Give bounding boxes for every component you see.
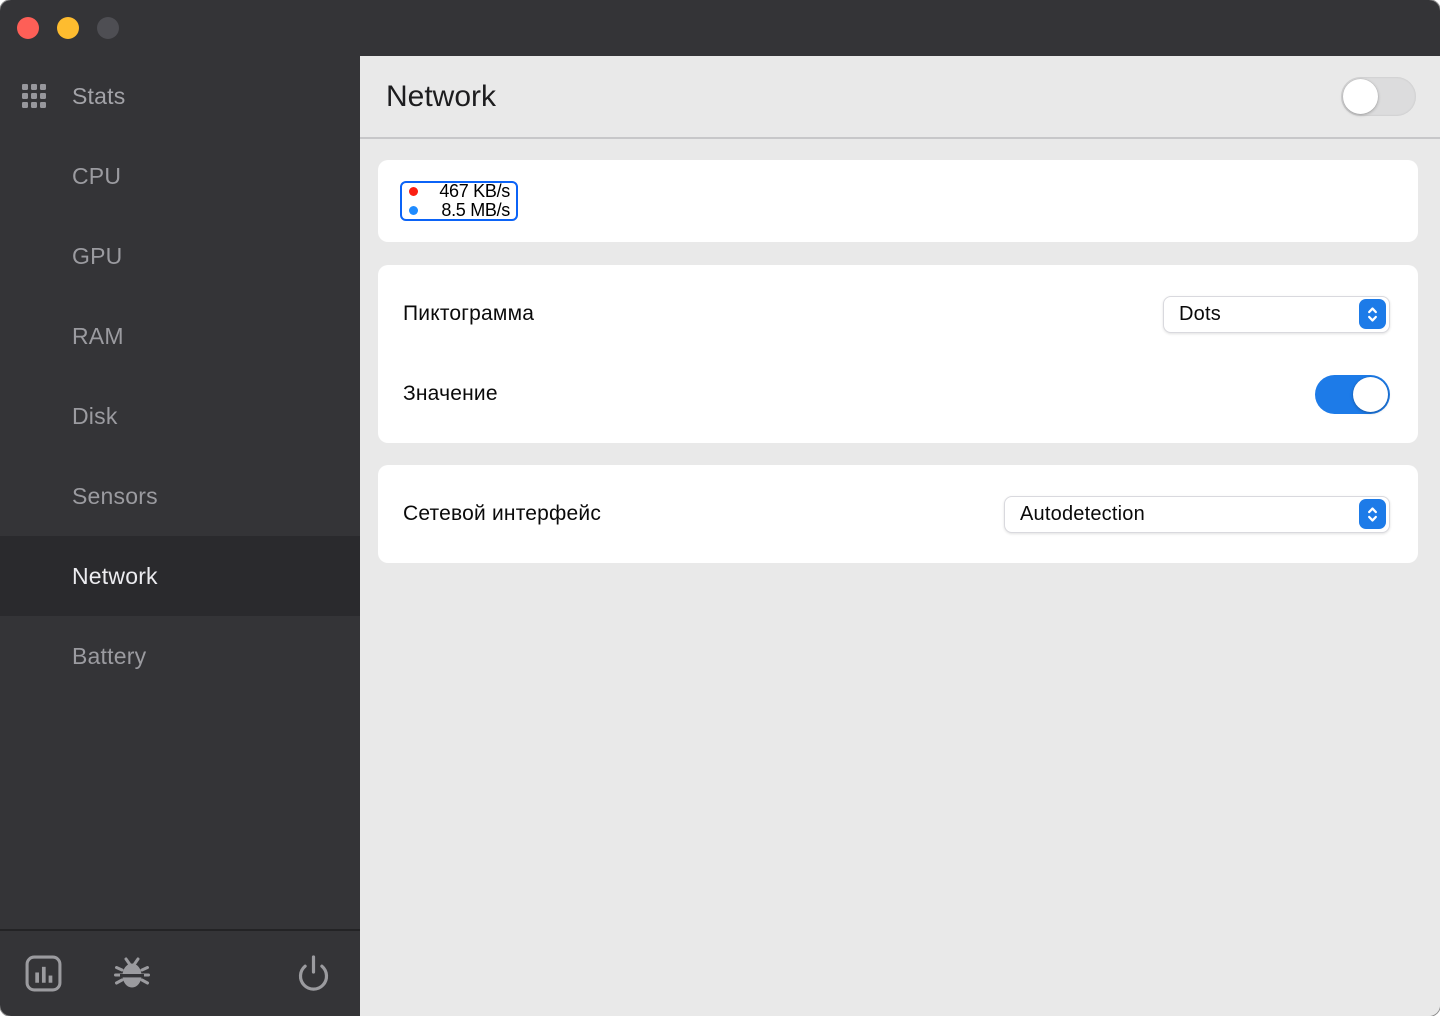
pictogram-label: Пиктограмма — [403, 302, 535, 325]
activity-chart-button[interactable] — [24, 954, 63, 993]
dropdown-stepper-icon — [1359, 299, 1386, 329]
sidebar-item-label: GPU — [72, 242, 123, 269]
bar-chart-icon — [25, 955, 62, 992]
pictogram-dropdown[interactable]: Dots — [1163, 295, 1390, 333]
sidebar-item-battery[interactable]: Battery — [0, 616, 360, 696]
sidebar-item-label: Disk — [72, 402, 118, 429]
widget-speed-value: 467 KB/s — [439, 181, 510, 201]
sidebar-footer — [0, 929, 360, 1016]
value-toggle[interactable] — [1315, 374, 1390, 414]
app-title: Stats — [72, 82, 126, 109]
sidebar-item-network[interactable]: Network — [0, 536, 360, 616]
widget-preview[interactable]: 467 KB/s 8.5 MB/s — [400, 181, 518, 221]
settings-row: Пиктограмма Dots — [403, 274, 1390, 354]
app-window: Stats CPU GPU RAM Disk Sensors Network B… — [0, 0, 1440, 1016]
settings-row: Значение — [403, 354, 1390, 434]
sidebar-item-sensors[interactable]: Sensors — [0, 456, 360, 536]
settings-content: 467 KB/s 8.5 MB/s Пиктограмма Dots Значе… — [360, 139, 1440, 563]
download-dot-icon — [409, 206, 418, 215]
main-panel: Network 467 KB/s 8.5 MB/s Пиктограмма Do… — [360, 56, 1440, 1016]
minimize-button[interactable] — [57, 17, 79, 39]
widget-preview-card: 467 KB/s 8.5 MB/s — [378, 160, 1418, 242]
widget-row: 467 KB/s — [409, 182, 510, 201]
power-icon — [298, 954, 329, 991]
grid-icon — [22, 84, 46, 108]
sidebar: Stats CPU GPU RAM Disk Sensors Network B… — [0, 56, 360, 1016]
sidebar-item-cpu[interactable]: CPU — [0, 136, 360, 216]
titlebar[interactable] — [0, 0, 1440, 56]
sidebar-item-label: RAM — [72, 322, 124, 349]
dropdown-value: Autodetection — [1020, 502, 1145, 525]
network-interface-label: Сетевой интерфейс — [403, 502, 602, 525]
bug-icon — [114, 957, 150, 987]
widget-speed-value: 8.5 MB/s — [441, 200, 510, 220]
sidebar-item-disk[interactable]: Disk — [0, 376, 360, 456]
network-interface-dropdown[interactable]: Autodetection — [1004, 495, 1390, 533]
dropdown-value: Dots — [1179, 302, 1221, 325]
dropdown-stepper-icon — [1359, 499, 1386, 529]
sidebar-item-label: Network — [72, 562, 158, 589]
module-header: Network — [360, 56, 1440, 139]
sidebar-item-label: Sensors — [72, 482, 158, 509]
sidebar-nav: CPU GPU RAM Disk Sensors Network Battery — [0, 136, 360, 929]
upload-dot-icon — [409, 187, 418, 196]
settings-row: Сетевой интерфейс Autodetection — [403, 474, 1390, 554]
page-title: Network — [386, 79, 497, 113]
widget-row: 8.5 MB/s — [409, 201, 510, 220]
module-settings-card: Сетевой интерфейс Autodetection — [378, 465, 1418, 563]
module-enable-toggle[interactable] — [1341, 77, 1416, 116]
quit-button[interactable] — [294, 953, 333, 995]
sidebar-item-label: CPU — [72, 162, 122, 189]
sidebar-item-ram[interactable]: RAM — [0, 296, 360, 376]
sidebar-item-label: Battery — [72, 642, 147, 669]
toggle-knob — [1353, 376, 1388, 412]
traffic-lights — [17, 17, 119, 39]
widget-settings-card: Пиктограмма Dots Значение — [378, 265, 1418, 443]
value-label: Значение — [403, 382, 498, 405]
zoom-button[interactable] — [97, 17, 119, 39]
report-bug-button[interactable] — [113, 955, 151, 993]
close-button[interactable] — [17, 17, 39, 39]
sidebar-item-gpu[interactable]: GPU — [0, 216, 360, 296]
toggle-knob — [1343, 79, 1378, 114]
sidebar-item-stats[interactable]: Stats — [0, 56, 360, 136]
